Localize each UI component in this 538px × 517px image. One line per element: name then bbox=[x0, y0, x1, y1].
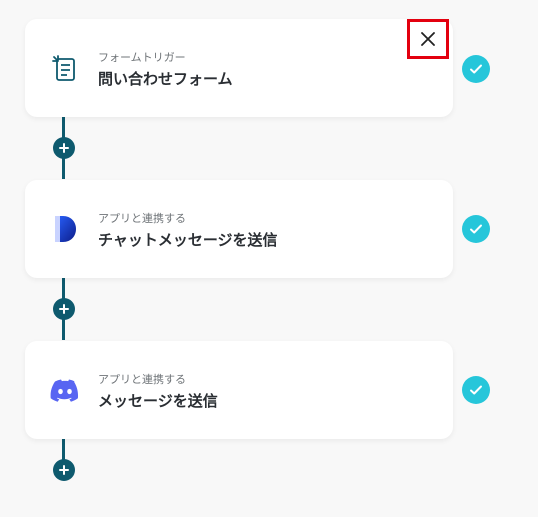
add-step-button[interactable] bbox=[53, 137, 75, 159]
step-subtitle: アプリと連携する bbox=[98, 373, 186, 386]
app-d-logo-icon bbox=[49, 213, 81, 245]
close-button[interactable] bbox=[407, 19, 449, 59]
step-card-chat-message[interactable]: アプリと連携する チャットメッセージを送信 bbox=[25, 180, 453, 278]
step-subtitle: アプリと連携する bbox=[98, 212, 186, 225]
check-icon bbox=[462, 215, 490, 243]
plus-icon bbox=[59, 465, 69, 475]
plus-icon bbox=[59, 304, 69, 314]
check-icon bbox=[462, 376, 490, 404]
step-card-discord-message[interactable]: アプリと連携する メッセージを送信 bbox=[25, 341, 453, 439]
step-title: メッセージを送信 bbox=[98, 392, 218, 410]
step-title: 問い合わせフォーム bbox=[98, 70, 233, 88]
step-card-form-trigger[interactable]: フォームトリガー 問い合わせフォーム bbox=[25, 19, 453, 117]
check-icon bbox=[462, 55, 490, 83]
plus-icon bbox=[59, 143, 69, 153]
add-step-button[interactable] bbox=[53, 459, 75, 481]
add-step-button[interactable] bbox=[53, 298, 75, 320]
form-icon bbox=[49, 52, 81, 84]
close-icon bbox=[421, 32, 435, 46]
discord-icon bbox=[49, 374, 81, 406]
step-subtitle: フォームトリガー bbox=[98, 51, 186, 64]
step-title: チャットメッセージを送信 bbox=[98, 231, 278, 249]
